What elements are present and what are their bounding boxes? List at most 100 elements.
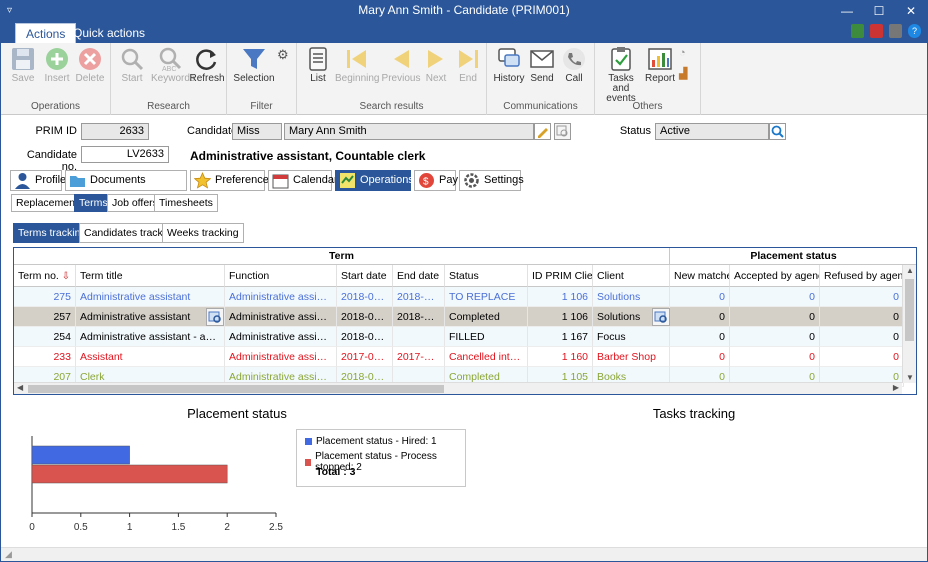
scroll-left-icon[interactable]: ◀ — [17, 383, 23, 392]
cell-start-date: 2018-02-01 — [337, 327, 393, 347]
cake-icon[interactable]: ▟ — [679, 67, 687, 80]
keywords-button[interactable]: ABC Keywords — [151, 46, 195, 84]
col-refused-by-agency[interactable]: Refused by agency — [820, 265, 904, 287]
calculator-icon[interactable] — [851, 24, 864, 38]
cell-end-date — [393, 327, 445, 347]
horizontal-scrollbar[interactable]: ◀ ▶ — [14, 382, 902, 394]
col-accepted-by-agency[interactable]: Accepted by agency — [730, 265, 820, 287]
tab-pay[interactable]: $ Pay — [414, 170, 458, 191]
history-button[interactable]: History — [491, 46, 527, 84]
client-lookup-button[interactable] — [652, 308, 670, 326]
previous-button[interactable]: Previous — [381, 46, 421, 84]
cell-client: Focus — [593, 327, 670, 347]
table-row[interactable]: 257 Administrative assistant Administrativ… — [14, 307, 904, 327]
salutation-field[interactable]: Miss — [232, 123, 282, 140]
legend-swatch — [305, 438, 312, 445]
status-search-button[interactable] — [769, 123, 786, 140]
list-button[interactable]: List — [301, 46, 335, 84]
help-icon[interactable]: ? — [908, 24, 921, 38]
flag-icon[interactable] — [870, 24, 883, 38]
history-icon — [498, 48, 520, 67]
vertical-scroll-thumb[interactable] — [905, 279, 914, 341]
candidate-name-field[interactable]: Mary Ann Smith — [284, 123, 534, 140]
name-lookup-button[interactable] — [554, 123, 571, 140]
tab-quick-actions[interactable]: Quick actions — [63, 23, 155, 43]
cell-status: Cancelled intern... — [445, 347, 528, 367]
horizontal-scroll-thumb[interactable] — [28, 385, 444, 393]
tab-preferences[interactable]: Preferences — [190, 170, 274, 191]
tasks-and-events-button[interactable]: Tasks and events — [599, 46, 643, 104]
cell-status: FILLED — [445, 327, 528, 347]
maximize-icon[interactable]: ☐ — [873, 2, 885, 21]
insert-button[interactable]: Insert — [40, 46, 74, 84]
list-icon — [309, 47, 327, 71]
status-label: Status — [619, 125, 651, 137]
folder-icon — [70, 176, 85, 187]
x-tick-label: 0 — [29, 522, 35, 533]
minimize-icon[interactable]: — — [841, 2, 853, 21]
tab-profile[interactable]: Profile — [10, 170, 66, 191]
gear-icon[interactable]: ⚙ — [277, 47, 289, 63]
refresh-button[interactable]: Refresh — [189, 46, 225, 84]
cell-end-date: 2017-09-27 — [393, 347, 445, 367]
resize-grip-icon[interactable]: ◢ — [5, 549, 12, 560]
tab-weeks-tracking[interactable]: Weeks tracking — [162, 223, 244, 243]
col-new-matches[interactable]: New matches — [670, 265, 730, 287]
beginning-button[interactable]: Beginning — [335, 46, 379, 84]
plus-icon — [46, 48, 68, 70]
cell-term-title: Administrative assistant — [76, 287, 225, 307]
col-client[interactable]: Client — [593, 265, 670, 287]
table-row[interactable]: 275 Administrative assistant Administrativ… — [14, 287, 904, 307]
group-communications: History Send Call Communications — [487, 43, 595, 115]
prim-id-field[interactable]: 2633 — [81, 123, 149, 140]
scroll-up-icon[interactable]: ▲ — [906, 266, 914, 275]
term-lookup-button[interactable] — [206, 308, 224, 326]
col-end-date[interactable]: End date — [393, 265, 445, 287]
col-function[interactable]: Function — [225, 265, 337, 287]
close-icon[interactable]: ✕ — [905, 2, 917, 21]
bar-process-stopped — [31, 464, 228, 484]
tab-operations[interactable]: Operations — [335, 170, 414, 191]
scroll-right-icon[interactable]: ▶ — [893, 383, 899, 392]
group-label: Filter — [250, 101, 273, 112]
delete-button[interactable]: Delete — [73, 46, 107, 84]
scroll-down-icon[interactable]: ▼ — [906, 373, 914, 382]
menu-icon[interactable]: ▿ — [7, 1, 12, 20]
placement-status-panel: Placement status 0 0.5 1 1.5 2 2.5 Placement … — [13, 398, 466, 546]
send-button[interactable]: Send — [525, 46, 559, 84]
save-button[interactable]: Save — [6, 46, 40, 84]
end-button[interactable]: End — [451, 46, 485, 84]
status-field[interactable]: Active — [655, 123, 769, 140]
table-row[interactable]: 233 Assistant Administrative assistant... 2… — [14, 347, 904, 367]
group-header-term: Term — [14, 248, 670, 265]
report-button[interactable]: Report — [643, 46, 677, 84]
col-start-date[interactable]: Start date — [337, 265, 393, 287]
tab-calendar[interactable]: Calendar — [268, 170, 338, 191]
next-button[interactable]: Next — [419, 46, 453, 84]
phone-icon — [563, 48, 585, 70]
money-icon: $ — [419, 173, 434, 188]
call-button[interactable]: Call — [557, 46, 591, 84]
col-term-no[interactable]: Term no. ⇩ — [14, 265, 76, 287]
start-button[interactable]: Start — [115, 46, 149, 84]
candidate-window: ▿ Mary Ann Smith - Candidate (PRIM001) —… — [0, 0, 928, 562]
chart-legend: Placement status - Hired: 1 Placement st… — [296, 429, 466, 487]
table-row[interactable]: 254Administrative assistant - accounting… — [14, 327, 904, 347]
col-id-prim-client[interactable]: ID PRIM Client — [528, 265, 593, 287]
tab-timesheets[interactable]: Timesheets — [154, 194, 218, 212]
last-icon — [459, 50, 478, 68]
legend-swatch — [305, 458, 312, 466]
tab-settings[interactable]: Settings — [459, 170, 524, 191]
vertical-scrollbar[interactable]: ▲ ▼ — [902, 265, 916, 383]
tab-documents-management[interactable]: Documents management — [65, 170, 187, 205]
print-icon[interactable] — [889, 24, 902, 38]
sort-desc-icon: ⇩ — [61, 271, 71, 282]
col-term-title[interactable]: Term title — [76, 265, 225, 287]
col-status[interactable]: Status — [445, 265, 528, 287]
selection-button[interactable]: Selection — [232, 46, 276, 84]
group-label: Operations — [31, 101, 80, 112]
edit-name-button[interactable] — [534, 123, 551, 140]
candidate-no-field[interactable]: LV2633 — [81, 146, 169, 163]
lookup-icon — [556, 125, 568, 137]
clock-icon[interactable]: ◔ — [679, 47, 686, 59]
